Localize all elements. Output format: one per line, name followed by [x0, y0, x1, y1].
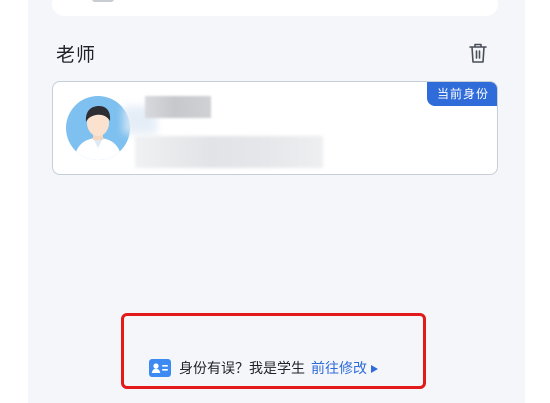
wrong-identity-prompt: 身份有误？我是学生	[179, 361, 305, 377]
section-title: 老师	[56, 44, 97, 66]
play-arrow-icon[interactable]	[371, 364, 378, 373]
previous-card-fragment	[92, 0, 114, 2]
trash-icon[interactable]	[468, 42, 488, 64]
blurred-school-info	[135, 136, 323, 168]
previous-card	[52, 0, 498, 16]
wrong-identity-row: 身份有误？我是学生 前往修改	[149, 357, 378, 379]
teacher-identity-card[interactable]: 当前身份	[52, 81, 498, 175]
go-modify-link[interactable]: 前往修改	[311, 358, 367, 378]
avatar	[66, 96, 130, 160]
blurred-name	[145, 96, 211, 118]
id-card-icon	[149, 359, 171, 377]
current-identity-badge: 当前身份	[426, 82, 497, 106]
